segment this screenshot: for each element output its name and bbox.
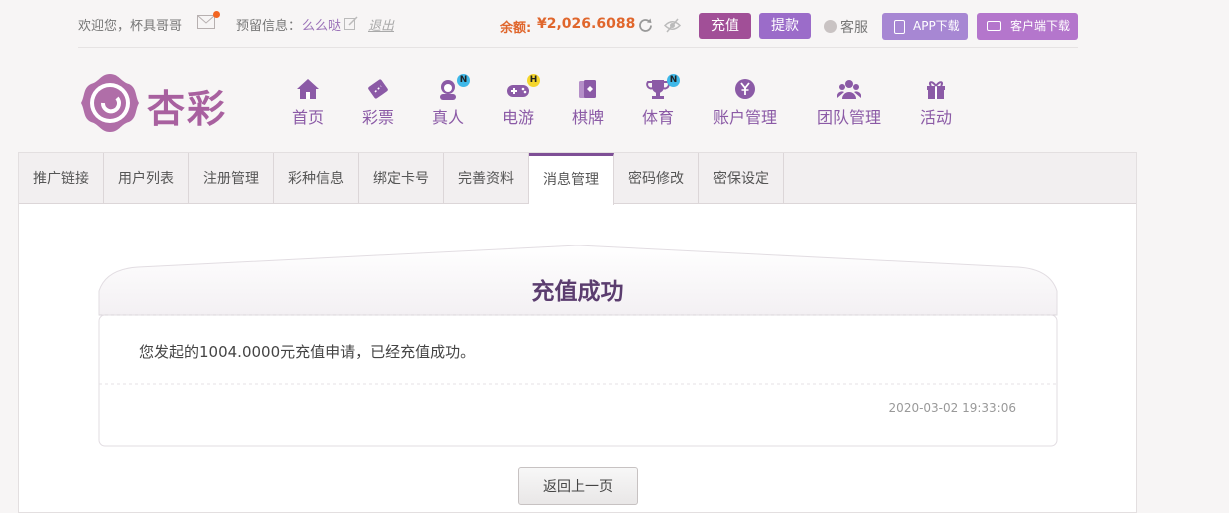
welcome-text: 欢迎您，杯具哥哥 [78,19,183,34]
balance-value: ¥2,026.6088 [537,16,636,32]
nav-egame[interactable]: H 电游 [501,74,540,128]
tab-security[interactable]: 密保设定 [699,153,784,204]
nav-label: 真人 [431,108,464,127]
nav-home[interactable]: 首页 [291,78,325,128]
tab-password[interactable]: 密码修改 [614,153,699,204]
content-panel: 推广链接 用户列表 注册管理 彩种信息 绑定卡号 完善资料 消息管理 密码修改 … [18,152,1137,513]
cards-icon [579,80,596,98]
new-badge: N [457,74,470,87]
customer-service-link[interactable]: 客服 [824,17,868,37]
message-body: 您发起的1004.0000元充值申请，已经充值成功。 [139,343,476,361]
logout-link[interactable]: 退出 [368,15,394,34]
nav-label: 账户管理 [712,108,777,127]
client-download-label: 客户端下载 [1010,19,1071,33]
app-download-button[interactable]: APP下载 [882,13,968,40]
message-title: 充值成功 [531,279,624,305]
withdraw-button[interactable]: 提款 [759,13,811,39]
recharge-button[interactable]: 充值 [699,13,751,39]
tab-bind-card[interactable]: 绑定卡号 [359,153,444,204]
tab-register-manage[interactable]: 注册管理 [189,153,274,204]
nav-label: 活动 [919,108,952,127]
top-bar: 欢迎您，杯具哥哥 预留信息： 么么哒 退出 余额: ¥2,026.6088 充值… [0,0,1229,48]
phone-icon [894,20,905,34]
nav-activity[interactable]: 活动 [919,78,953,128]
hide-balance-icon[interactable] [664,17,681,34]
notification-dot [213,11,220,18]
tab-lottery-info[interactable]: 彩种信息 [274,153,359,204]
ticket-icon [368,79,388,99]
tab-profile[interactable]: 完善资料 [444,153,529,204]
new-badge: N [667,74,680,87]
yen-icon [735,79,755,99]
back-button[interactable]: 返回上一页 [518,467,638,505]
balance-label: 余额: [500,21,532,36]
nav-label: 体育 [641,108,674,127]
nav-account[interactable]: 账户管理 [711,78,779,128]
home-icon [297,79,319,99]
tab-promo-link[interactable]: 推广链接 [19,153,104,204]
nav-label: 棋牌 [571,108,604,127]
logo-text: 杏彩 [147,86,228,131]
message-timestamp: 2020-03-02 19:33:06 [888,401,1016,415]
service-label: 客服 [840,20,868,36]
hot-badge: H [527,74,540,87]
service-icon [824,20,837,33]
client-download-button[interactable]: 客户端下载 [977,13,1078,40]
reserved-info-value: 么么哒 [302,19,342,34]
monitor-icon [987,21,1001,31]
nav-team[interactable]: 团队管理 [815,78,883,128]
nav-label: 电游 [501,108,534,127]
nav-label: 首页 [291,108,324,127]
nav-label: 彩票 [361,108,394,127]
top-divider [78,47,1078,48]
logo-emblem[interactable] [79,72,141,134]
edit-icon[interactable] [344,16,358,30]
nav-label: 团队管理 [816,108,881,127]
refresh-icon[interactable] [637,17,654,34]
tab-messages[interactable]: 消息管理 [529,153,614,205]
tab-user-list[interactable]: 用户列表 [104,153,189,204]
nav-chess[interactable]: 棋牌 [571,78,605,128]
team-icon [837,80,861,99]
nav-live[interactable]: N 真人 [431,74,470,128]
app-download-label: APP下载 [913,19,960,33]
sub-tabs: 推广链接 用户列表 注册管理 彩种信息 绑定卡号 完善资料 消息管理 密码修改 … [19,153,1136,205]
mail-icon[interactable] [197,15,215,29]
nav-sports[interactable]: N 体育 [641,74,680,128]
reserved-info-label: 预留信息： [236,19,302,34]
nav-lottery[interactable]: 彩票 [361,78,395,128]
gift-icon [927,81,945,99]
